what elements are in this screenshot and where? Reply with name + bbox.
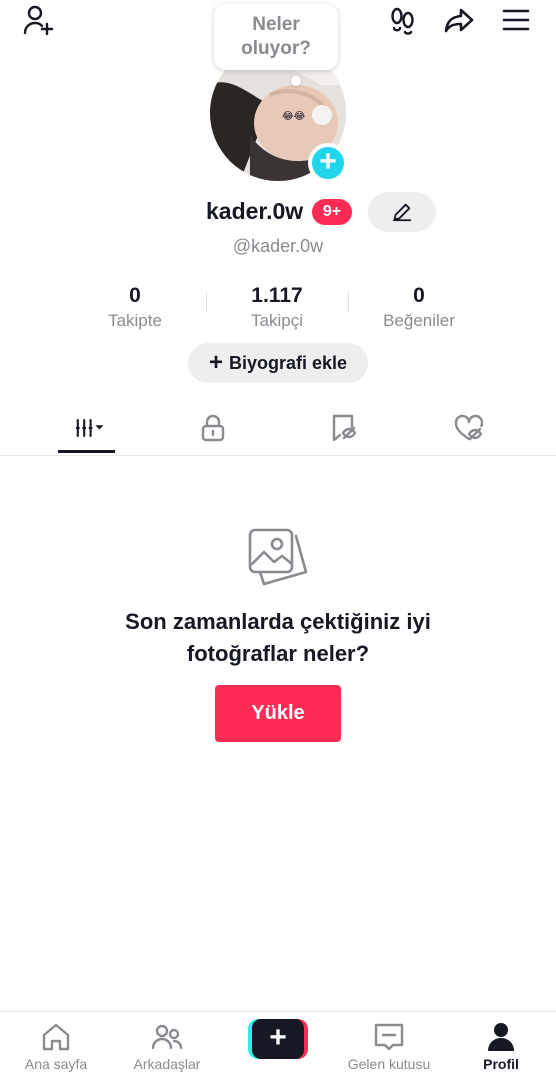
nav-inbox[interactable]: Gelen kutusu xyxy=(340,1012,438,1080)
username-row: kader.0w xyxy=(0,192,556,234)
stat-likes-value: 0 xyxy=(413,284,425,307)
add-bio-label: Biyografi ekle xyxy=(228,352,348,373)
bubble-tail-dot xyxy=(291,76,301,86)
hamburger-menu-icon[interactable] xyxy=(498,2,534,38)
stat-followers-value: 1.117 xyxy=(251,284,303,307)
create-button-face: + xyxy=(252,1019,304,1059)
profile-icon xyxy=(488,1023,514,1051)
plus-icon: + xyxy=(208,349,223,376)
stat-following[interactable]: 0 Takipte xyxy=(64,284,206,334)
stat-following-value: 0 xyxy=(129,284,141,307)
empty-state-title-line1: Son zamanlarda çektiğiniz iyi xyxy=(125,609,431,634)
add-avatar-button[interactable]: + xyxy=(308,143,348,183)
nav-home-label: Ana sayfa xyxy=(24,1056,88,1072)
create-plus-icon: + xyxy=(269,1021,287,1054)
tab-favorites[interactable] xyxy=(310,402,376,454)
home-icon xyxy=(42,1023,70,1051)
empty-state-title-line2: fotoğraflar neler? xyxy=(186,641,370,666)
lock-icon xyxy=(201,414,225,442)
stat-likes-label: Beğeniler xyxy=(383,311,455,330)
stat-divider xyxy=(348,292,349,312)
stat-divider xyxy=(206,292,207,312)
empty-state-title: Son zamanlarda çektiğiniz iyi fotoğrafla… xyxy=(0,606,556,670)
photos-icon xyxy=(244,522,312,590)
tab-liked[interactable] xyxy=(436,402,502,454)
notification-badge[interactable]: 9+ xyxy=(312,199,352,225)
stat-following-label: Takipte xyxy=(108,311,162,330)
inbox-icon xyxy=(374,1023,404,1051)
upload-button[interactable]: Yükle xyxy=(215,685,341,742)
nav-friends-label: Arkadaşlar xyxy=(133,1056,201,1072)
status-bubble[interactable]: Neler oluyor? xyxy=(214,4,338,70)
tab-videos-grid[interactable] xyxy=(56,402,122,454)
nav-home[interactable]: Ana sayfa xyxy=(20,1012,92,1080)
friends-icon xyxy=(151,1024,183,1050)
content-tabs xyxy=(0,402,556,456)
edit-profile-button[interactable] xyxy=(368,192,436,232)
add-bio-button[interactable]: + Biyografi ekle xyxy=(188,343,368,383)
tab-private[interactable] xyxy=(180,402,246,454)
stat-likes[interactable]: 0 Beğeniler xyxy=(348,284,490,334)
stat-followers[interactable]: 1.117 Takipçi xyxy=(206,284,348,334)
bookmark-hidden-icon xyxy=(332,414,357,442)
share-arrow-icon[interactable] xyxy=(441,2,477,38)
active-tab-indicator xyxy=(58,450,115,453)
pencil-icon xyxy=(392,203,412,222)
username: kader.0w xyxy=(206,198,304,224)
footprints-icon[interactable] xyxy=(385,2,421,38)
stat-followers-label: Takipçi xyxy=(251,311,303,330)
heart-hidden-icon xyxy=(454,414,484,441)
person-plus-icon[interactable] xyxy=(20,2,56,38)
create-button[interactable]: + xyxy=(248,1019,308,1059)
avatar-emoji: 😂😂 xyxy=(282,111,306,122)
nav-friends[interactable]: Arkadaşlar xyxy=(126,1012,208,1080)
profile-stats: 0 Takipte 1.117 Takipçi 0 Beğeniler xyxy=(64,284,492,334)
nav-inbox-label: Gelen kutusu xyxy=(347,1056,431,1072)
grid-bars-icon xyxy=(75,418,104,438)
user-handle: @kader.0w xyxy=(232,236,324,256)
nav-profile-label: Profil xyxy=(483,1056,519,1072)
status-bubble-text: Neler oluyor? xyxy=(241,14,311,59)
plus-icon: + xyxy=(319,144,337,178)
nav-profile[interactable]: Profil xyxy=(476,1012,526,1080)
